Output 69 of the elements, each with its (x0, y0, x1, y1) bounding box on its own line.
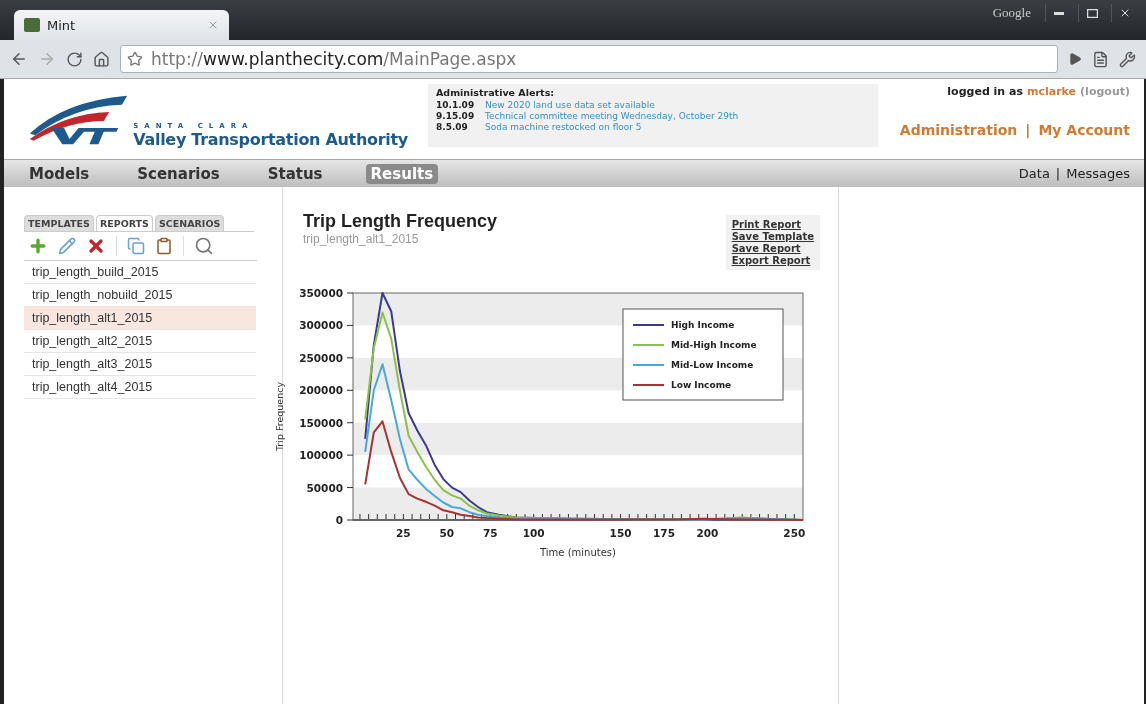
copy-icon[interactable] (127, 237, 145, 255)
wrench-icon[interactable] (1119, 50, 1136, 68)
alert-date: 10.1.09 (436, 100, 476, 111)
y-axis-label: Trip Frequency (274, 381, 285, 452)
app-icon (24, 18, 40, 32)
maximize-icon (1086, 8, 1098, 18)
nav-tab[interactable]: Models (24, 163, 95, 184)
home-icon[interactable] (93, 50, 110, 68)
alerts-title: Administrative Alerts: (436, 87, 556, 98)
legend-label: High Income (671, 320, 735, 330)
report-item[interactable]: trip_length_alt4_2015 (24, 376, 256, 399)
report-title: Trip Length Frequency (303, 211, 498, 232)
report-item[interactable]: trip_length_alt2_2015 (24, 330, 256, 353)
nav-tab[interactable]: Status (262, 163, 328, 184)
profile-label: Google (992, 5, 1031, 21)
report-item[interactable]: trip_length_alt1_2015 (24, 307, 256, 330)
x-axis-label: Time (minutes) (540, 547, 616, 558)
nav-link[interactable]: Messages (1066, 166, 1130, 181)
x-tick-label: 175 (653, 527, 675, 539)
link-separator: | (1055, 166, 1061, 181)
edit-icon[interactable] (58, 237, 76, 255)
x-tick-label: 100 (522, 527, 545, 539)
minimize-icon (1054, 11, 1064, 15)
y-tick-label: 200000 (299, 384, 343, 397)
action-link[interactable]: Save Template (731, 231, 814, 242)
add-icon[interactable] (28, 236, 48, 256)
delete-icon[interactable] (86, 236, 106, 256)
nav-link[interactable]: Data (1018, 166, 1050, 181)
page-icon[interactable] (1092, 50, 1109, 68)
report-item[interactable]: trip_length_alt3_2015 (24, 353, 256, 376)
legend-label: Mid-High Income (671, 340, 757, 350)
y-tick-label: 150000 (299, 416, 343, 429)
login-label: logged in as (947, 85, 1023, 98)
alert-date: 8.5.09 (436, 122, 469, 133)
y-tick-label: 100000 (299, 449, 343, 462)
reload-icon[interactable] (66, 50, 83, 68)
report-subtitle: trip_length_alt1_2015 (303, 232, 420, 246)
report-item[interactable]: trip_length_build_2015 (24, 261, 256, 284)
x-tick-label: 150 (609, 527, 632, 539)
back-icon[interactable] (10, 50, 28, 68)
x-tick-label: 200 (696, 527, 719, 539)
logo-name: Valley Transportation Authority (133, 130, 408, 149)
play-icon[interactable] (1068, 52, 1082, 66)
nav-tab[interactable]: Scenarios (132, 163, 225, 184)
panel-tab[interactable]: SCENARIOS (154, 215, 225, 231)
action-link[interactable]: Print Report (731, 219, 814, 230)
x-tick-label: 25 (396, 527, 411, 539)
close-icon (1119, 7, 1131, 19)
x-tick-label: 250 (783, 527, 806, 539)
link-separator: | (1025, 122, 1031, 138)
paste-icon[interactable] (155, 237, 173, 255)
y-tick-label: 0 (335, 514, 343, 526)
search-icon[interactable] (194, 236, 214, 256)
y-tick-label: 50000 (306, 481, 343, 494)
panel-tab[interactable]: REPORTS (95, 215, 153, 231)
x-tick-label: 50 (439, 527, 455, 539)
y-tick-label: 350000 (299, 287, 343, 299)
legend-label: Low Income (671, 380, 732, 390)
browser-tab[interactable]: Mint (14, 10, 229, 40)
action-link[interactable]: Save Report (731, 243, 814, 254)
star-icon[interactable] (127, 51, 143, 67)
address-field[interactable]: http://www.planthecity.com/MainPage.aspx (120, 45, 1058, 73)
action-link[interactable]: Export Report (731, 255, 814, 266)
alert-date: 9.15.09 (436, 111, 476, 122)
legend-label: Mid-Low Income (671, 360, 754, 370)
y-tick-label: 300000 (299, 319, 343, 332)
y-tick-label: 250000 (299, 351, 343, 364)
panel-tab[interactable]: TEMPLATES (24, 215, 94, 231)
x-tick-label: 75 (482, 527, 498, 539)
